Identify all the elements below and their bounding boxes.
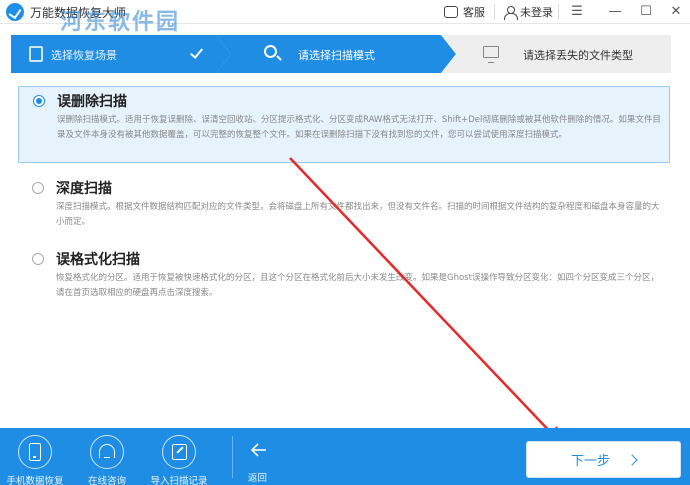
step-progress-bar: 选择恢复场景 请选择扫描模式 请选择丢失的文件类型 bbox=[11, 35, 671, 73]
hamburger-icon[interactable]: ☰ bbox=[565, 2, 589, 22]
watermark: 河东软件园 bbox=[60, 9, 181, 35]
import-record-circle bbox=[162, 435, 196, 469]
chat-bubble-icon bbox=[444, 6, 458, 18]
option-title: 误格式化扫描 bbox=[56, 252, 140, 268]
option-quick-scan[interactable]: 误删除扫描 误删除扫描模式。适用于恢复误删除、误清空回收站、分区提示格式化、分区… bbox=[18, 86, 670, 163]
import-record-button[interactable]: 导入扫描记录 bbox=[144, 428, 214, 485]
chevron-right-icon bbox=[626, 453, 638, 466]
device-icon bbox=[29, 46, 43, 62]
option-description: 恢复格式化的分区。适用于恢复被快速格式化的分区，且这个分区在格式化前后大小未发生… bbox=[56, 273, 659, 298]
phone-recovery-button[interactable]: 手机数据恢复 bbox=[0, 428, 70, 485]
user-icon bbox=[504, 5, 518, 20]
app-logo-icon bbox=[6, 3, 24, 21]
login-label: 未登录 bbox=[520, 6, 553, 19]
minimize-icon[interactable]: — bbox=[603, 2, 627, 22]
back-label[interactable]: 返回 bbox=[248, 470, 267, 484]
online-support-button[interactable]: 在线咨询 bbox=[72, 428, 142, 485]
maximize-icon[interactable]: ☐ bbox=[634, 2, 658, 22]
titlebar-divider bbox=[558, 4, 559, 20]
bottom-toolbar: 手机数据恢复 在线咨询 导入扫描记录 返回 下一步 bbox=[0, 428, 690, 485]
import-icon bbox=[172, 444, 187, 460]
search-icon bbox=[264, 45, 277, 58]
headset-icon bbox=[99, 444, 115, 458]
option-description: 误删除扫描模式。适用于恢复误删除、误清空回收站、分区提示格式化、分区变成RAW格… bbox=[57, 115, 661, 140]
next-label: 下一步 bbox=[570, 454, 610, 469]
online-support-circle bbox=[90, 435, 124, 469]
next-button[interactable]: 下一步 bbox=[526, 441, 681, 478]
step-1: 选择恢复场景 bbox=[11, 35, 231, 73]
bottom-divider bbox=[232, 436, 233, 478]
feedback-label: 客服 bbox=[463, 6, 485, 19]
step-2-label: 请选择扫描模式 bbox=[298, 49, 375, 62]
title-bar: 万能数据恢复大师 河东软件园 客服 未登录 ☰ — ☐ ✕ bbox=[0, 0, 690, 35]
import-record-label: 导入扫描记录 bbox=[150, 476, 208, 485]
phone-recovery-circle bbox=[18, 435, 52, 469]
phone-icon bbox=[29, 443, 41, 461]
radio-format-scan[interactable] bbox=[32, 253, 44, 265]
option-description: 深度扫描模式。根据文件数据结构匹配对应的文件类型，会将磁盘上所有文件都找出来，但… bbox=[56, 202, 660, 227]
radio-quick-scan[interactable] bbox=[33, 95, 45, 107]
option-title: 深度扫描 bbox=[56, 181, 112, 197]
step-3: 请选择丢失的文件类型 bbox=[441, 35, 671, 73]
checkmark-icon bbox=[189, 45, 204, 59]
option-title: 误删除扫描 bbox=[57, 94, 127, 110]
radio-deep-scan[interactable] bbox=[32, 182, 44, 194]
step-2: 请选择扫描模式 bbox=[216, 35, 456, 73]
phone-recovery-label: 手机数据恢复 bbox=[6, 476, 64, 485]
close-icon[interactable]: ✕ bbox=[664, 2, 688, 22]
login-button[interactable]: 未登录 bbox=[504, 3, 553, 21]
back-arrow-icon[interactable] bbox=[251, 442, 267, 458]
monitor-icon bbox=[483, 46, 499, 63]
feedback-button[interactable]: 客服 bbox=[444, 3, 485, 21]
option-format-scan[interactable]: 误格式化扫描 恢复格式化的分区。适用于恢复被快速格式化的分区，且这个分区在格式化… bbox=[18, 245, 670, 311]
titlebar-divider bbox=[494, 4, 495, 20]
online-support-label: 在线咨询 bbox=[87, 476, 126, 485]
step-1-label: 选择恢复场景 bbox=[51, 49, 117, 62]
step-3-label: 请选择丢失的文件类型 bbox=[523, 49, 633, 62]
option-deep-scan[interactable]: 深度扫描 深度扫描模式。根据文件数据结构匹配对应的文件类型，会将磁盘上所有文件都… bbox=[18, 174, 670, 236]
